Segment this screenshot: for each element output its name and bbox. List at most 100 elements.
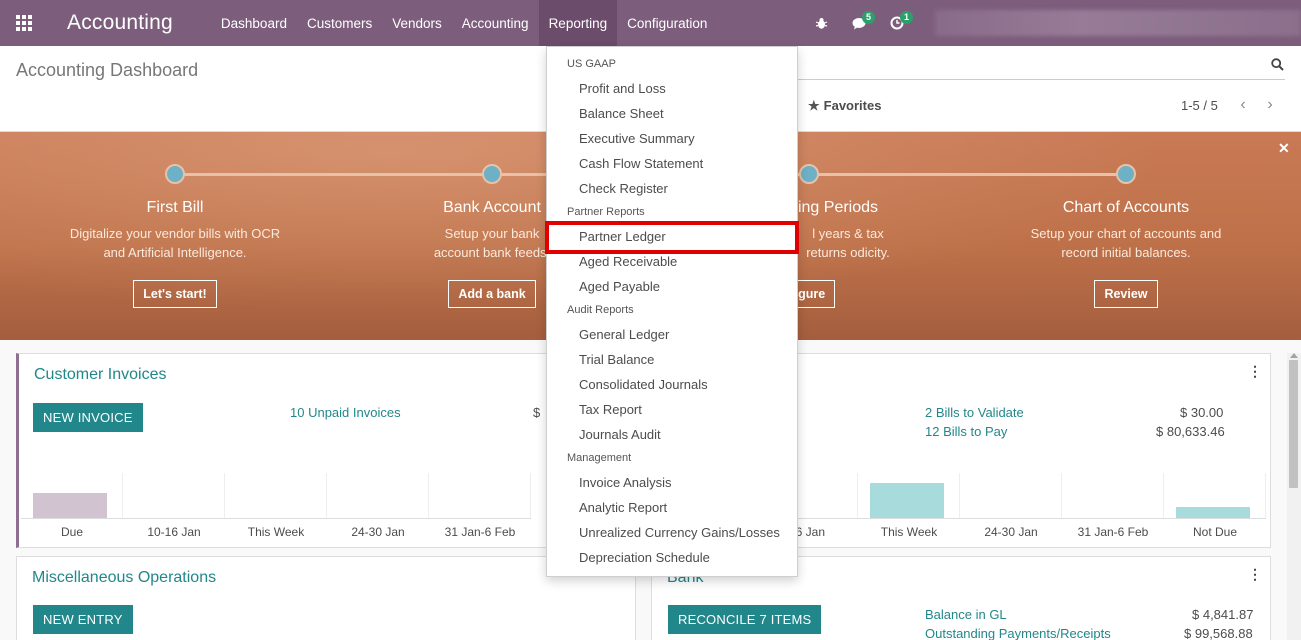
- unpaid-amount: $: [533, 405, 541, 420]
- user-menu-blurred[interactable]: [935, 10, 1301, 36]
- card-title[interactable]: Miscellaneous Operations: [32, 569, 216, 587]
- menu-item-general-ledger[interactable]: General Ledger: [579, 327, 669, 342]
- graph-label: 31 Jan-6 Feb: [1077, 525, 1149, 539]
- outstanding-payments-link[interactable]: Outstanding Payments/Receipts: [925, 626, 1111, 640]
- menu-vendors[interactable]: Vendors: [382, 0, 452, 46]
- messages-badge: 5: [862, 11, 876, 24]
- partner-ledger-highlight-box: [545, 221, 799, 254]
- step-description: Digitalize your vendor bills with OCR an…: [69, 226, 281, 260]
- dropdown-section-header: Partner Reports: [567, 206, 645, 218]
- graph-label: Not Due: [1192, 525, 1238, 539]
- favorites-button[interactable]: ★ Favorites: [808, 98, 881, 114]
- menu-item-cash-flow-statement[interactable]: Cash Flow Statement: [579, 156, 703, 171]
- customer-invoices-card: Customer Invoices NEW INVOICE 10 Unpaid …: [16, 353, 636, 548]
- step-description: Setup your chart of accounts and record …: [1030, 226, 1222, 260]
- graph-label: Due: [60, 525, 83, 539]
- graph-column: [21, 473, 123, 518]
- pager-prev-icon[interactable]: ‹: [1235, 96, 1251, 114]
- step-title: Chart of Accounts: [1062, 199, 1190, 216]
- apps-menu-icon[interactable]: [0, 0, 48, 46]
- search-icon[interactable]: [1271, 58, 1284, 74]
- menu-item-profit-and-loss[interactable]: Profit and Loss: [579, 81, 666, 96]
- graph-column: [123, 473, 225, 518]
- dropdown-section-header: Management: [567, 452, 632, 464]
- graph-label: 24-30 Jan: [984, 525, 1038, 539]
- bills-to-validate-amount: $ 30.00: [1180, 405, 1224, 420]
- menu-item-analytic-report[interactable]: Analytic Report: [579, 500, 667, 515]
- step-dot: [482, 164, 502, 184]
- messages-icon[interactable]: 5: [840, 0, 878, 46]
- card-title[interactable]: Customer Invoices: [34, 366, 167, 384]
- unpaid-invoices-link[interactable]: 10 Unpaid Invoices: [290, 405, 401, 420]
- menu-item-invoice-analysis[interactable]: Invoice Analysis: [579, 475, 672, 490]
- page-title: Accounting Dashboard: [16, 60, 199, 80]
- graph-column: [858, 473, 960, 518]
- menu-item-unrealized-currency-gains-losses[interactable]: Unrealized Currency Gains/Losses: [579, 525, 780, 540]
- menu-item-depreciation-schedule[interactable]: Depreciation Schedule: [579, 550, 710, 565]
- favorites-label: Favorites: [823, 98, 882, 113]
- bills-to-validate-link[interactable]: 2 Bills to Validate: [925, 405, 1024, 420]
- graph-axis: [756, 518, 1266, 519]
- graph-column: [327, 473, 429, 518]
- reconcile-button[interactable]: RECONCILE 7 ITEMS: [668, 605, 822, 634]
- menu-accounting[interactable]: Accounting: [452, 0, 539, 46]
- graph-column: [225, 473, 327, 518]
- menu-item-check-register[interactable]: Check Register: [579, 181, 668, 196]
- menu-item-tax-report[interactable]: Tax Report: [579, 402, 642, 417]
- graph-axis: [21, 518, 531, 519]
- onboarding-step-first-bill: First Bill Digitalize your vendor bills …: [45, 199, 305, 308]
- graph-label: 24-30 Jan: [351, 525, 405, 539]
- add-bank-button[interactable]: Add a bank: [448, 280, 536, 308]
- graph-bar[interactable]: [870, 483, 944, 518]
- graph-label: This Week: [247, 525, 305, 539]
- balance-in-gl-amount: $ 4,841.87: [1192, 607, 1254, 622]
- page-scrollbar[interactable]: [1287, 353, 1301, 640]
- pager-value[interactable]: 1-5 / 5: [1181, 98, 1218, 113]
- outstanding-payments-amount: $ 99,568.88: [1184, 626, 1253, 640]
- menu-item-aged-payable[interactable]: Aged Payable: [579, 279, 660, 294]
- menu-item-consolidated-journals[interactable]: Consolidated Journals: [579, 377, 708, 392]
- dropdown-section-header: US GAAP: [567, 58, 616, 70]
- graph-label: 31 Jan-6 Feb: [444, 525, 516, 539]
- menu-item-balance-sheet[interactable]: Balance Sheet: [579, 106, 664, 121]
- new-entry-button[interactable]: NEW ENTRY: [33, 605, 133, 634]
- bug-icon[interactable]: [802, 0, 840, 46]
- menu-configuration[interactable]: Configuration: [617, 0, 717, 46]
- bills-to-pay-link[interactable]: 12 Bills to Pay: [925, 424, 1007, 439]
- review-button[interactable]: Review: [1094, 280, 1158, 308]
- card-menu-icon[interactable]: ⋮: [1248, 566, 1262, 583]
- lets-start-button[interactable]: Let's start!: [133, 280, 217, 308]
- graph-label: This Week: [880, 525, 938, 539]
- menu-item-aged-receivable[interactable]: Aged Receivable: [579, 254, 677, 269]
- graph-bar[interactable]: [1176, 507, 1250, 518]
- menu-reporting[interactable]: Reporting: [538, 0, 618, 46]
- menu-customers[interactable]: Customers: [297, 0, 382, 46]
- top-navbar: Accounting Dashboard Customers Vendors A…: [0, 0, 1301, 46]
- pager-next-icon[interactable]: ›: [1262, 96, 1278, 114]
- graph-column: [1062, 473, 1164, 518]
- menu-dashboard[interactable]: Dashboard: [211, 0, 297, 46]
- main-menu: Dashboard Customers Vendors Accounting R…: [211, 0, 718, 46]
- menu-item-trial-balance[interactable]: Trial Balance: [579, 352, 654, 367]
- step-dot: [799, 164, 819, 184]
- scroll-thumb[interactable]: [1289, 360, 1298, 488]
- search-input[interactable]: [797, 79, 1285, 80]
- new-invoice-button[interactable]: NEW INVOICE: [33, 403, 143, 432]
- activities-clock-icon[interactable]: 1: [878, 0, 916, 46]
- app-brand: Accounting: [67, 11, 173, 34]
- menu-item-executive-summary[interactable]: Executive Summary: [579, 131, 695, 146]
- onboarding-step-chart-of-accounts: Chart of Accounts Setup your chart of ac…: [996, 199, 1256, 308]
- close-icon[interactable]: ✕: [1278, 140, 1290, 157]
- graph-column: [1164, 473, 1266, 518]
- balance-in-gl-link[interactable]: Balance in GL: [925, 607, 1007, 622]
- bills-to-pay-amount: $ 80,633.46: [1156, 424, 1225, 439]
- graph-column: [960, 473, 1062, 518]
- activities-badge: 1: [900, 11, 914, 24]
- menu-item-journals-audit[interactable]: Journals Audit: [579, 427, 661, 442]
- star-icon: ★: [808, 98, 820, 113]
- scroll-up-icon[interactable]: [1290, 353, 1298, 358]
- card-menu-icon[interactable]: ⋮: [1248, 363, 1262, 380]
- systray: 5 1: [802, 0, 916, 46]
- step-dot: [165, 164, 185, 184]
- graph-bar[interactable]: [33, 493, 107, 518]
